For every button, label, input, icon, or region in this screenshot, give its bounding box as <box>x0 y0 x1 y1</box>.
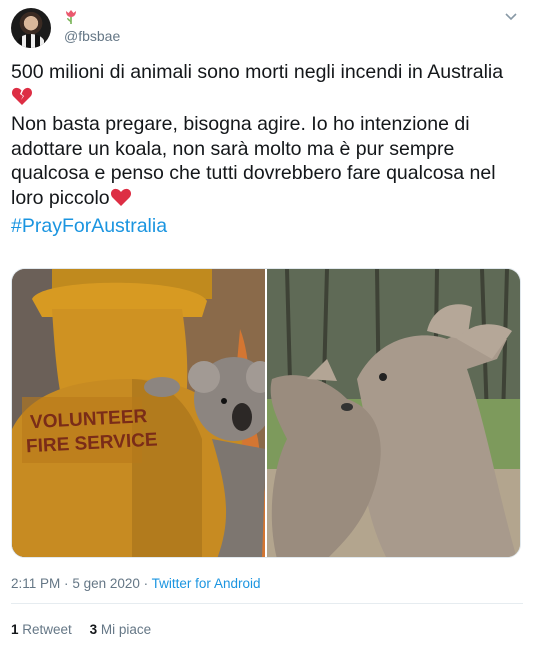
divider <box>11 603 523 604</box>
tulip-icon <box>64 10 78 28</box>
user-handle[interactable]: @fbsbae <box>64 28 120 44</box>
firefighter-koala-illustration: VOLUNTEER FIRE SERVICE <box>12 269 265 557</box>
tweet-line-1: 500 milioni di animali sono morti negli … <box>11 60 521 112</box>
red-heart-icon <box>110 187 132 214</box>
meta-separator: · <box>64 576 69 591</box>
kangaroos-illustration <box>267 269 520 557</box>
avatar[interactable] <box>11 8 51 48</box>
meta-separator: · <box>143 576 149 591</box>
broken-heart-icon <box>11 86 33 113</box>
media-grid[interactable]: VOLUNTEER FIRE SERVICE <box>11 268 521 558</box>
like-count-value: 3 <box>89 622 98 637</box>
retweet-count[interactable]: 1 Retweet <box>11 622 72 637</box>
tweet-source-link[interactable]: Twitter for Android <box>152 576 261 591</box>
tweet-date[interactable]: 5 gen 2020 <box>72 576 140 591</box>
firefighter-koala-photo[interactable]: VOLUNTEER FIRE SERVICE <box>12 269 265 557</box>
like-label: Mi piace <box>100 622 152 637</box>
tweet-line-2-text: Non basta pregare, bisogna agire. Io ho … <box>11 113 496 209</box>
display-name[interactable] <box>64 9 78 25</box>
tweet-line-1-text: 500 milioni di animali sono morti negli … <box>11 61 504 83</box>
tweet-stats: 1 Retweet 3 Mi piace <box>11 622 165 637</box>
avatar-shirt <box>17 34 45 48</box>
hashtag-link[interactable]: #PrayForAustralia <box>11 215 167 237</box>
retweet-label: Retweet <box>22 622 72 637</box>
chevron-down-icon[interactable] <box>504 10 518 24</box>
tweet-text: 500 milioni di animali sono morti negli … <box>11 60 521 238</box>
tweet-metadata: 2:11 PM · 5 gen 2020 · Twitter for Andro… <box>11 576 260 591</box>
retweet-count-value: 1 <box>11 622 19 637</box>
like-count[interactable]: 3 Mi piace <box>90 622 152 637</box>
tweet-time[interactable]: 2:11 PM <box>11 576 60 591</box>
tweet-line-2: Non basta pregare, bisogna agire. Io ho … <box>11 112 521 213</box>
kangaroos-hugging-photo[interactable] <box>267 269 520 557</box>
